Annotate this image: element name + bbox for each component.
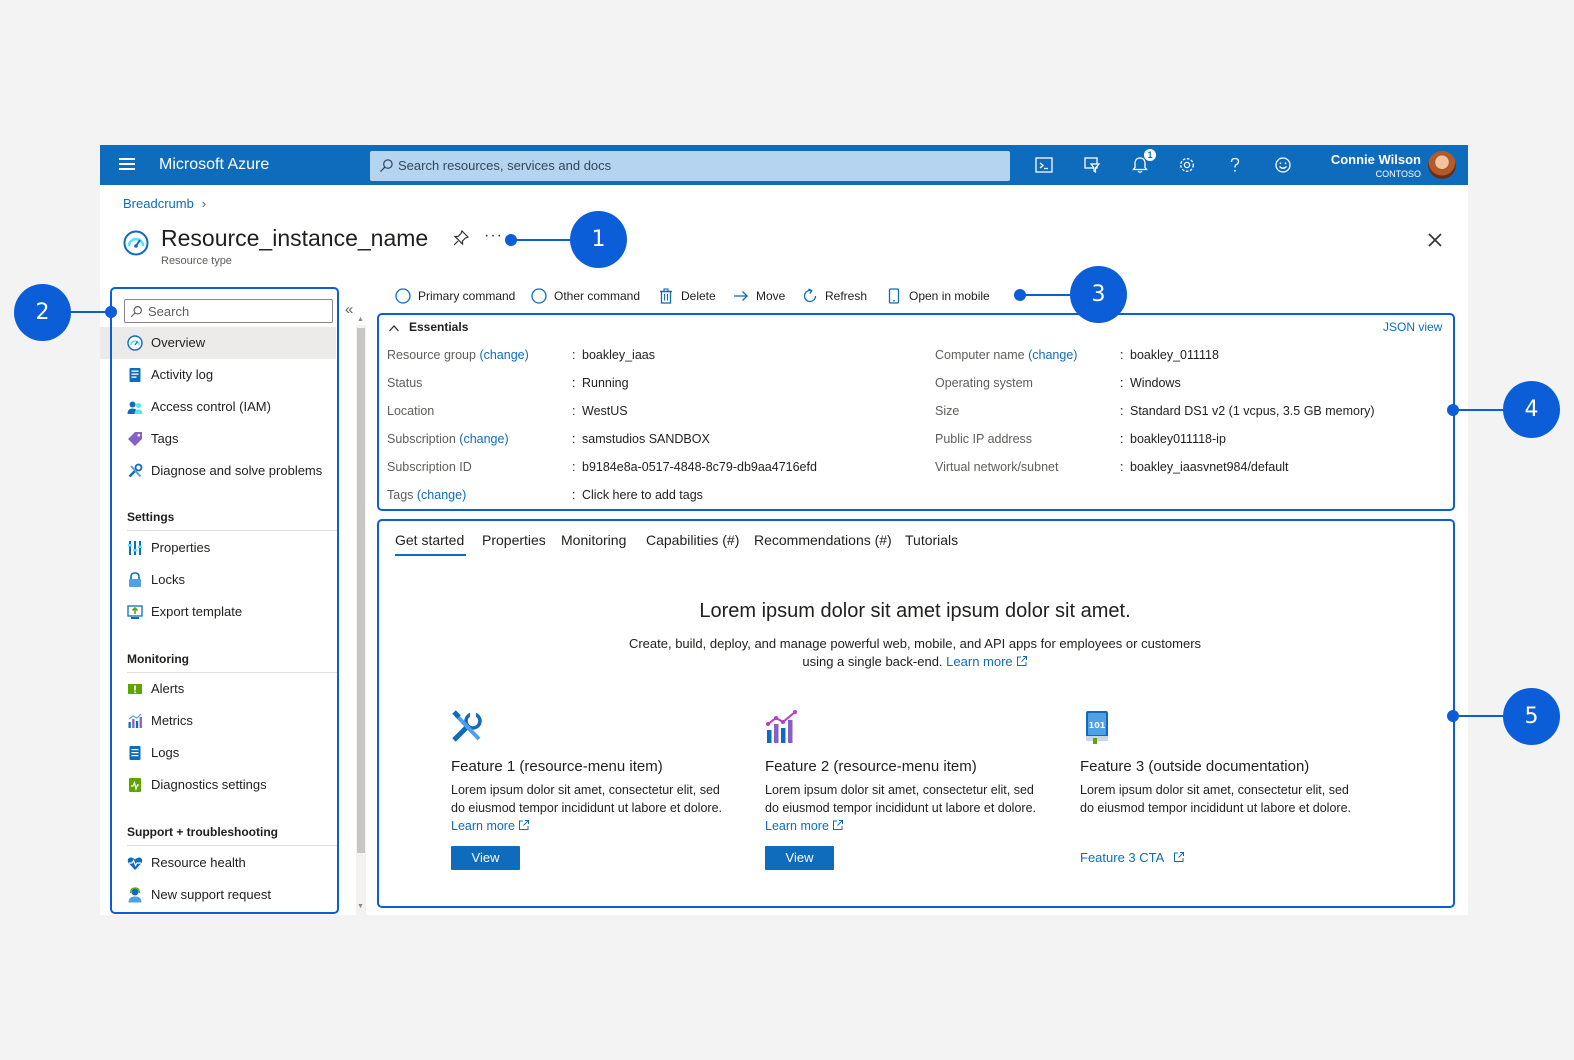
breadcrumb[interactable]: Breadcrumb › bbox=[123, 196, 206, 211]
notification-badge: 1 bbox=[1144, 149, 1156, 161]
trash-icon bbox=[660, 288, 672, 304]
more-options-icon[interactable]: ··· bbox=[484, 227, 503, 245]
user-name[interactable]: Connie Wilson bbox=[1331, 152, 1421, 167]
circle-icon bbox=[395, 288, 411, 304]
content-highlight bbox=[377, 519, 1455, 908]
collapse-menu-icon[interactable]: « bbox=[345, 301, 353, 318]
mobile-phone-icon bbox=[888, 288, 900, 304]
breadcrumb-link[interactable]: Breadcrumb bbox=[123, 196, 194, 211]
feedback-icon[interactable] bbox=[1273, 155, 1293, 175]
help-icon[interactable] bbox=[1225, 155, 1245, 175]
command-label: Open in mobile bbox=[909, 289, 990, 303]
circle-icon bbox=[531, 288, 547, 304]
search-icon bbox=[379, 159, 393, 173]
command-label: Delete bbox=[681, 289, 716, 303]
delete-button[interactable]: Delete bbox=[658, 286, 716, 306]
settings-icon[interactable] bbox=[1177, 155, 1197, 175]
top-bar: Microsoft Azure Search resources, servic… bbox=[100, 145, 1468, 185]
command-label: Primary command bbox=[418, 289, 516, 303]
callout-4: 4 bbox=[1503, 381, 1560, 438]
avatar[interactable] bbox=[1428, 151, 1456, 179]
resource-type-label: Resource type bbox=[161, 255, 232, 267]
scroll-up-icon[interactable]: ▲ bbox=[357, 316, 364, 323]
resource-type-icon bbox=[123, 230, 149, 256]
scrollbar-thumb[interactable] bbox=[357, 328, 365, 853]
user-org: CONTOSO bbox=[1375, 169, 1421, 179]
menu-scrollbar[interactable]: ▲ ▼ bbox=[356, 316, 366, 915]
command-label: Refresh bbox=[825, 289, 868, 303]
callout-dot bbox=[105, 306, 117, 318]
hamburger-menu-icon[interactable] bbox=[119, 158, 135, 172]
command-label: Move bbox=[756, 289, 786, 303]
callout-line bbox=[511, 239, 573, 241]
cloud-shell-icon[interactable] bbox=[1034, 155, 1054, 175]
scroll-down-icon[interactable]: ▼ bbox=[357, 903, 364, 910]
arrow-right-icon bbox=[734, 291, 748, 301]
directory-filter-icon[interactable] bbox=[1082, 155, 1102, 175]
callout-3: 3 bbox=[1070, 266, 1127, 323]
primary-command-button[interactable]: Primary command bbox=[395, 286, 515, 306]
callout-5: 5 bbox=[1503, 688, 1560, 745]
other-command-button[interactable]: Other command bbox=[531, 286, 640, 306]
global-search-input[interactable]: Search resources, services and docs bbox=[370, 151, 1010, 181]
callout-line bbox=[70, 311, 110, 313]
move-button[interactable]: Move bbox=[733, 286, 785, 306]
chevron-right-icon: › bbox=[201, 196, 207, 211]
refresh-icon bbox=[803, 288, 817, 303]
close-icon[interactable] bbox=[1426, 231, 1444, 249]
resource-menu-highlight bbox=[110, 287, 339, 914]
callout-line bbox=[1020, 294, 1073, 296]
callout-2: 2 bbox=[14, 284, 71, 341]
refresh-button[interactable]: Refresh bbox=[802, 286, 867, 306]
callout-line bbox=[1453, 715, 1505, 717]
search-placeholder: Search resources, services and docs bbox=[398, 158, 612, 173]
pin-icon[interactable] bbox=[452, 229, 470, 247]
page-title: Resource_instance_name bbox=[161, 225, 429, 251]
callout-line bbox=[1453, 409, 1505, 411]
callout-1: 1 bbox=[570, 211, 627, 268]
essentials-highlight bbox=[377, 313, 1455, 511]
open-in-mobile-button[interactable]: Open in mobile bbox=[886, 286, 990, 306]
command-label: Other command bbox=[554, 289, 641, 303]
brand-name[interactable]: Microsoft Azure bbox=[159, 156, 269, 174]
